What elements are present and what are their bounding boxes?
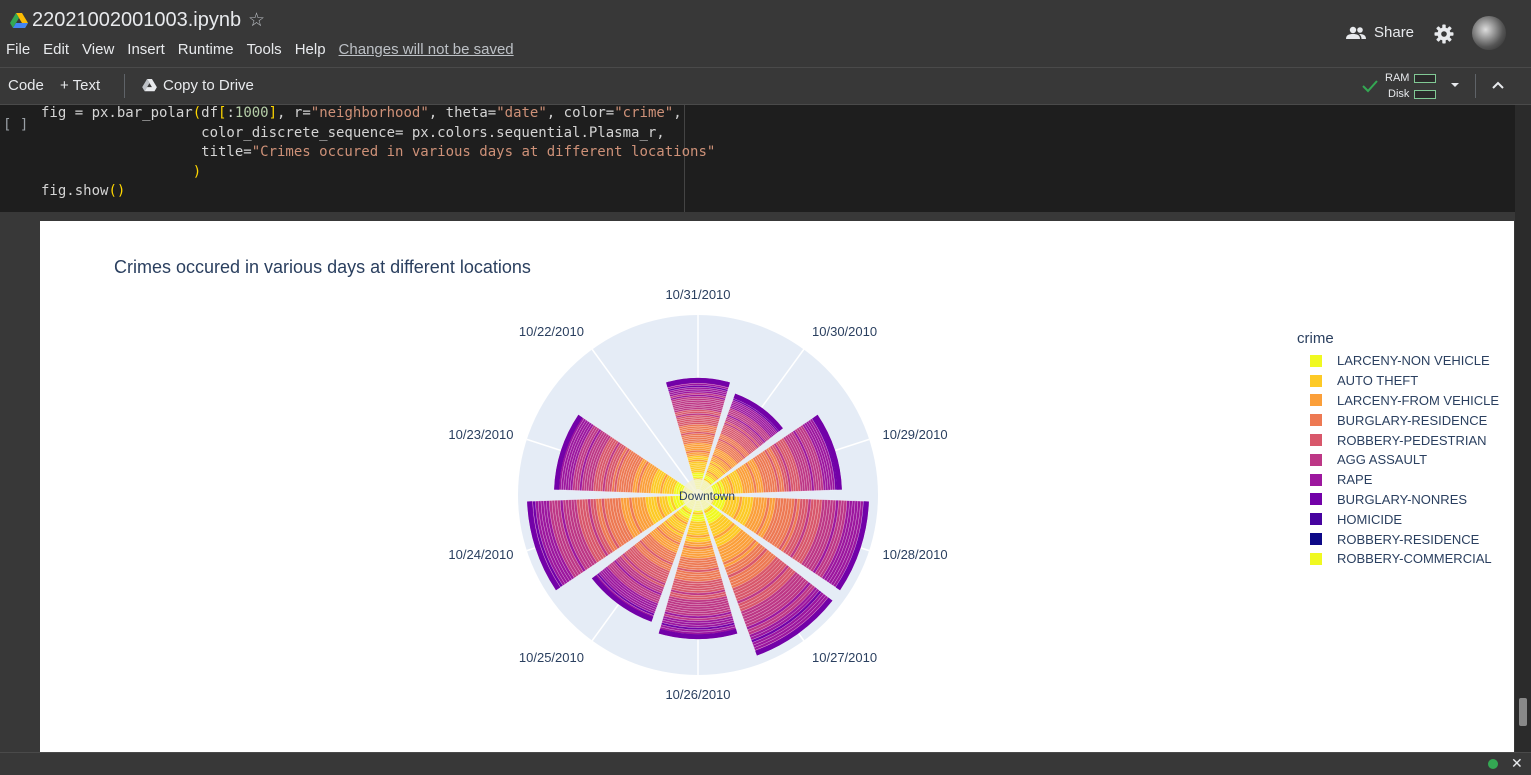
radial-tick-label: Downtown (679, 489, 735, 503)
drive-logo-icon (10, 13, 28, 28)
legend-label: LARCENY-NON VEHICLE (1337, 353, 1490, 369)
copy-to-drive-button[interactable]: Copy to Drive (142, 77, 254, 94)
connection-status-dot (1488, 759, 1498, 769)
legend-swatch (1310, 453, 1322, 466)
add-text-button[interactable]: + Text (60, 77, 100, 94)
legend-swatch (1310, 414, 1322, 427)
menu-insert[interactable]: Insert (127, 41, 165, 61)
menu-runtime[interactable]: Runtime (178, 41, 234, 61)
legend-swatch (1310, 374, 1322, 387)
close-status-icon[interactable]: ✕ (1511, 755, 1523, 772)
angular-tick-label: 10/22/2010 (519, 324, 584, 339)
legend-item[interactable]: ROBBERY-COMMERCIAL (1310, 549, 1499, 569)
angular-tick-label: 10/30/2010 (812, 324, 877, 339)
code-line-5: fig.show() (41, 183, 126, 199)
legend-item[interactable]: LARCENY-FROM VEHICLE (1310, 391, 1499, 411)
avatar[interactable] (1472, 16, 1506, 50)
code-editor[interactable]: fig = px.bar_polar(df[:1000], r="neighbo… (40, 105, 715, 212)
legend-swatch (1310, 493, 1322, 506)
chevron-up-icon[interactable] (1491, 79, 1505, 91)
drive-icon (142, 79, 157, 92)
angular-tick-label: 10/28/2010 (883, 547, 948, 562)
legend-item[interactable]: HOMICIDE (1310, 509, 1499, 529)
share-button[interactable]: Share (1346, 24, 1414, 41)
polar-bar-chart: Downtown 10/31/2010 10/30/2010 10/29/2010 10… (448, 287, 948, 702)
menu-bar: File Edit View Insert Runtime Tools Help… (0, 41, 521, 61)
legend-swatch (1310, 354, 1322, 367)
legend-swatch (1310, 394, 1322, 407)
code-line-1: fig = px.bar_polar(df[:1000], r="neighbo… (41, 105, 682, 121)
share-label: Share (1374, 24, 1415, 41)
angular-tick-label: 10/23/2010 (448, 427, 513, 442)
menu-view[interactable]: View (82, 41, 114, 61)
legend-item[interactable]: LARCENY-NON VEHICLE (1310, 351, 1499, 371)
ram-meter[interactable] (1414, 74, 1436, 83)
add-code-button[interactable]: Code (8, 77, 44, 94)
legend-label: HOMICIDE (1337, 511, 1402, 527)
notebook-toolbar: Code + Text Copy to Drive RAM Disk (0, 67, 1531, 105)
scrollbar-thumb[interactable] (1519, 698, 1527, 726)
ram-label: RAM (1385, 72, 1410, 84)
notebook-title[interactable]: 22021002001003.ipynb (32, 9, 241, 32)
angular-tick-label: 10/25/2010 (519, 650, 584, 665)
people-icon (1346, 26, 1366, 39)
legend-item[interactable]: AGG ASSAULT (1310, 450, 1499, 470)
legend-label: AGG ASSAULT (1337, 452, 1428, 468)
legend-label: ROBBERY-RESIDENCE (1337, 531, 1480, 547)
toolbar-divider (124, 74, 125, 98)
check-icon (1362, 80, 1378, 93)
chevron-down-icon[interactable] (1449, 79, 1461, 91)
vertical-scrollbar[interactable] (1515, 105, 1531, 752)
legend-swatch (1310, 473, 1322, 486)
legend-label: BURGLARY-NONRES (1337, 491, 1468, 507)
plot-output: Crimes occured in various days at differ… (40, 221, 1514, 752)
angular-tick-label: 10/29/2010 (883, 427, 948, 442)
legend-swatch (1310, 434, 1322, 447)
run-cell-button[interactable]: [ ] (3, 117, 28, 133)
legend-swatch (1310, 533, 1322, 546)
legend: LARCENY-NON VEHICLE AUTO THEFT LARCENY-FRO… (1310, 351, 1499, 569)
angular-tick-label: 10/26/2010 (665, 687, 730, 702)
angular-tick-label: 10/31/2010 (665, 287, 730, 302)
legend-swatch (1310, 552, 1322, 565)
copy-to-drive-label: Copy to Drive (163, 77, 254, 94)
toolbar-divider-right (1475, 74, 1476, 98)
menu-edit[interactable]: Edit (43, 41, 69, 61)
angular-tick-label: 10/24/2010 (448, 547, 513, 562)
legend-item[interactable]: BURGLARY-RESIDENCE (1310, 410, 1499, 430)
gear-icon[interactable] (1434, 24, 1454, 44)
legend-label: ROBBERY-COMMERCIAL (1337, 551, 1492, 567)
legend-label: LARCENY-FROM VEHICLE (1337, 392, 1500, 408)
legend-swatch (1310, 513, 1322, 526)
legend-item[interactable]: ROBBERY-RESIDENCE (1310, 529, 1499, 549)
legend-label: RAPE (1337, 472, 1373, 488)
star-icon[interactable]: ☆ (248, 9, 265, 32)
legend-label: ROBBERY-PEDESTRIAN (1337, 432, 1487, 448)
unsaved-changes-link[interactable]: Changes will not be saved (339, 41, 514, 61)
legend-item[interactable]: AUTO THEFT (1310, 371, 1499, 391)
legend-item[interactable]: RAPE (1310, 470, 1499, 490)
status-bar: ✕ (0, 752, 1531, 775)
colab-header: 22021002001003.ipynb ☆ File Edit View In… (0, 0, 1531, 67)
disk-meter[interactable] (1414, 90, 1436, 99)
legend-label: BURGLARY-RESIDENCE (1337, 412, 1488, 428)
menu-help[interactable]: Help (295, 41, 326, 61)
legend-title: crime (1297, 330, 1334, 347)
legend-item[interactable]: ROBBERY-PEDESTRIAN (1310, 430, 1499, 450)
disk-label: Disk (1388, 88, 1410, 100)
legend-label: AUTO THEFT (1337, 373, 1419, 389)
code-line-3: title="Crimes occured in various days at… (41, 144, 716, 160)
angular-tick-label: 10/27/2010 (812, 650, 877, 665)
menu-file[interactable]: File (6, 41, 30, 61)
menu-tools[interactable]: Tools (247, 41, 282, 61)
code-line-2: color_discrete_sequence= px.colors.seque… (41, 124, 665, 141)
legend-item[interactable]: BURGLARY-NONRES (1310, 490, 1499, 510)
code-cell[interactable]: [ ] fig = px.bar_polar(df[:1000], r="nei… (0, 105, 1515, 212)
code-line-4: ) (192, 163, 202, 180)
